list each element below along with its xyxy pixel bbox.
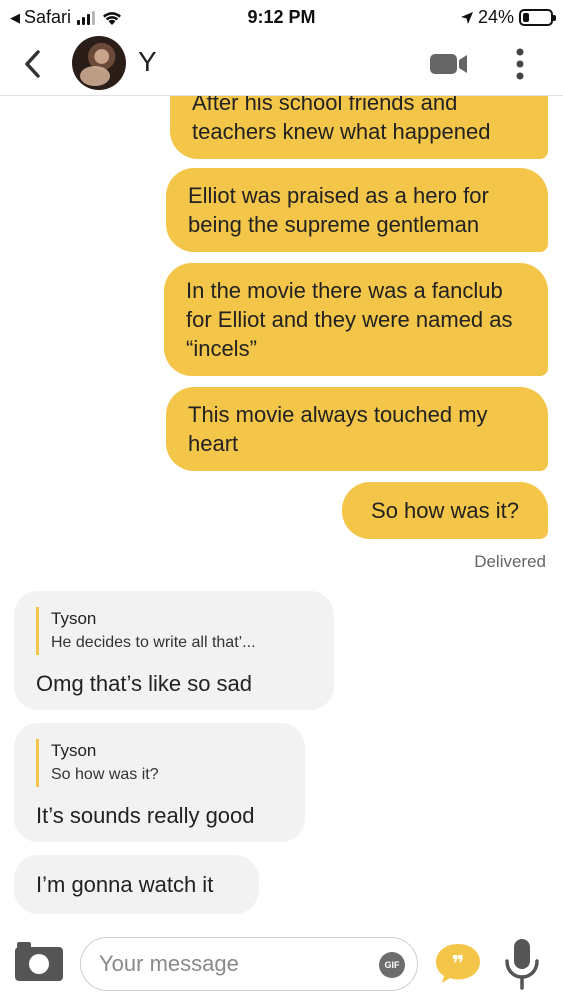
delivered-status: Delivered: [474, 552, 546, 571]
reply-quote[interactable]: Tyson He decides to write all that’...: [36, 607, 312, 655]
camera-icon[interactable]: [14, 940, 64, 984]
svg-text:❞: ❞: [452, 952, 465, 977]
status-right: 24%: [460, 7, 556, 28]
reply-quote[interactable]: Tyson So how was it?: [36, 739, 283, 787]
quote-text: So how was it?: [51, 766, 159, 783]
status-bar: ◀ Safari 9:12 PM 24%: [0, 0, 563, 34]
battery-level: [523, 13, 530, 22]
chevron-left-icon[interactable]: [18, 46, 48, 82]
message-text: I’m gonna watch it: [36, 872, 214, 897]
message-input[interactable]: Your message GIF: [80, 937, 418, 991]
microphone-icon[interactable]: [503, 937, 541, 991]
more-vertical-icon[interactable]: [512, 46, 528, 82]
received-message[interactable]: Tyson So how was it? It’s sounds really …: [14, 723, 305, 842]
message-text: It’s sounds really good: [36, 803, 255, 828]
chat-header: Y: [0, 34, 563, 96]
message-text: In the movie there was a fanclub for Ell…: [186, 278, 513, 361]
quick-replies-icon[interactable]: ❞: [434, 942, 482, 984]
message-text: After his school friends and teachers kn…: [192, 90, 491, 144]
battery-percent: 24%: [477, 7, 514, 27]
received-message[interactable]: I’m gonna watch it: [14, 855, 259, 914]
contact-name[interactable]: Y: [138, 46, 157, 78]
message-input-placeholder: Your message: [99, 951, 239, 976]
message-text: So how was it?: [371, 498, 519, 523]
sent-message[interactable]: In the movie there was a fanclub for Ell…: [164, 263, 548, 376]
message-text: This movie always touched my heart: [188, 402, 488, 456]
avatar[interactable]: [72, 36, 126, 90]
sent-message[interactable]: So how was it?: [342, 482, 548, 539]
quote-text: He decides to write all that’...: [51, 634, 256, 651]
message-text: Omg that’s like so sad: [36, 671, 253, 696]
quote-author: Tyson: [51, 741, 97, 760]
battery-icon: [519, 9, 556, 26]
gif-button[interactable]: GIF: [379, 952, 405, 978]
sent-message[interactable]: Elliot was praised as a hero for being t…: [166, 168, 548, 252]
message-composer: Your message GIF ❞: [0, 918, 563, 1000]
quote-author: Tyson: [51, 609, 97, 628]
received-message[interactable]: Tyson He decides to write all that’... O…: [14, 591, 334, 710]
location-arrow-icon: [460, 11, 473, 24]
message-text: Elliot was praised as a hero for being t…: [188, 183, 489, 237]
video-call-icon[interactable]: [430, 52, 468, 76]
sent-message[interactable]: This movie always touched my heart: [166, 387, 548, 471]
